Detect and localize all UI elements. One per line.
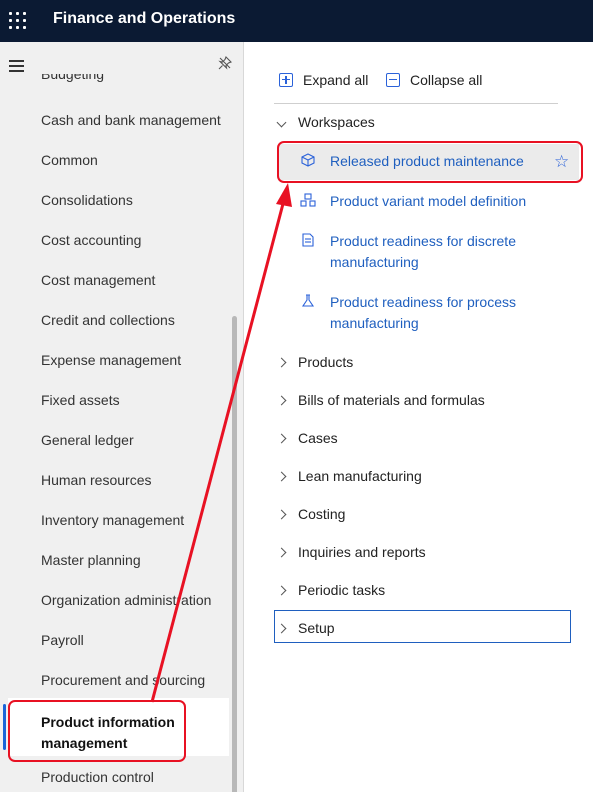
nav-item-master-planning[interactable]: Master planning: [41, 552, 141, 568]
nav-item-general-ledger[interactable]: General ledger: [41, 432, 134, 448]
chevron-right-icon: [274, 583, 288, 597]
nav-item-fixed-assets[interactable]: Fixed assets: [41, 392, 120, 408]
process-readiness-icon: [301, 294, 315, 307]
chevron-down-icon: [274, 115, 288, 129]
group-costing[interactable]: Costing: [274, 506, 345, 522]
nav-item-consolidations[interactable]: Consolidations: [41, 192, 133, 208]
pin-icon[interactable]: [217, 55, 233, 71]
group-inquiries-and-reports[interactable]: Inquiries and reports: [274, 544, 426, 560]
app-title[interactable]: Finance and Operations: [53, 10, 235, 28]
collapse-icon: [386, 73, 400, 87]
nav-item-cash-and-bank[interactable]: Cash and bank management: [41, 112, 221, 128]
nav-item-production-control[interactable]: Production control: [41, 769, 154, 785]
navigation-pane: Budgeting Cash and bank management Commo…: [0, 42, 243, 792]
workspace-product-variant-model-definition[interactable]: Product variant model definition: [300, 191, 560, 212]
workspace-product-readiness-discrete[interactable]: Product readiness for discrete manufactu…: [300, 231, 560, 273]
expand-all-button[interactable]: Expand all: [279, 72, 368, 88]
sidebar-scrollbar[interactable]: [232, 316, 237, 792]
collapse-all-label: Collapse all: [410, 72, 483, 88]
callout-box-product-info-management: [8, 700, 186, 762]
nav-item-organization-administration[interactable]: Organization administration: [41, 592, 211, 608]
chevron-right-icon: [274, 393, 288, 407]
active-item-indicator: [3, 704, 6, 750]
nav-item-credit-and-collections[interactable]: Credit and collections: [41, 312, 175, 328]
chevron-right-icon: [274, 621, 288, 635]
expand-all-label: Expand all: [303, 72, 369, 88]
group-products[interactable]: Products: [274, 354, 353, 370]
nav-item-procurement-and-sourcing[interactable]: Procurement and sourcing: [41, 672, 205, 688]
toolbar-divider: [274, 103, 558, 104]
nav-item-common[interactable]: Common: [41, 152, 98, 168]
top-bar: Finance and Operations: [0, 0, 593, 42]
nav-item-budgeting[interactable]: Budgeting: [41, 74, 104, 84]
chevron-right-icon: [274, 431, 288, 445]
collapse-all-button[interactable]: Collapse all: [386, 72, 482, 88]
expand-icon: [279, 73, 293, 87]
chevron-right-icon: [274, 507, 288, 521]
group-lean-manufacturing[interactable]: Lean manufacturing: [274, 468, 422, 484]
hamburger-menu-icon[interactable]: [9, 60, 24, 72]
nav-item-human-resources[interactable]: Human resources: [41, 472, 152, 488]
app-launcher-icon[interactable]: [9, 12, 26, 29]
chevron-right-icon: [274, 355, 288, 369]
group-bills-of-materials[interactable]: Bills of materials and formulas: [274, 392, 485, 408]
group-label: Workspaces: [298, 114, 375, 130]
workspace-product-readiness-process[interactable]: Product readiness for process manufactur…: [300, 292, 560, 334]
group-setup[interactable]: Setup: [274, 620, 335, 636]
group-cases[interactable]: Cases: [274, 430, 338, 446]
nav-item-inventory-management[interactable]: Inventory management: [41, 512, 184, 528]
nav-item-cost-management[interactable]: Cost management: [41, 272, 155, 288]
group-workspaces[interactable]: Workspaces: [274, 114, 375, 130]
callout-box-released-product: [277, 141, 583, 183]
nav-item-expense-management[interactable]: Expense management: [41, 352, 181, 368]
chevron-right-icon: [274, 545, 288, 559]
nav-item-cost-accounting[interactable]: Cost accounting: [41, 232, 141, 248]
group-periodic-tasks[interactable]: Periodic tasks: [274, 582, 385, 598]
chevron-right-icon: [274, 469, 288, 483]
variant-model-icon: [300, 193, 316, 207]
nav-item-payroll[interactable]: Payroll: [41, 632, 84, 648]
discrete-readiness-icon: [302, 233, 314, 247]
